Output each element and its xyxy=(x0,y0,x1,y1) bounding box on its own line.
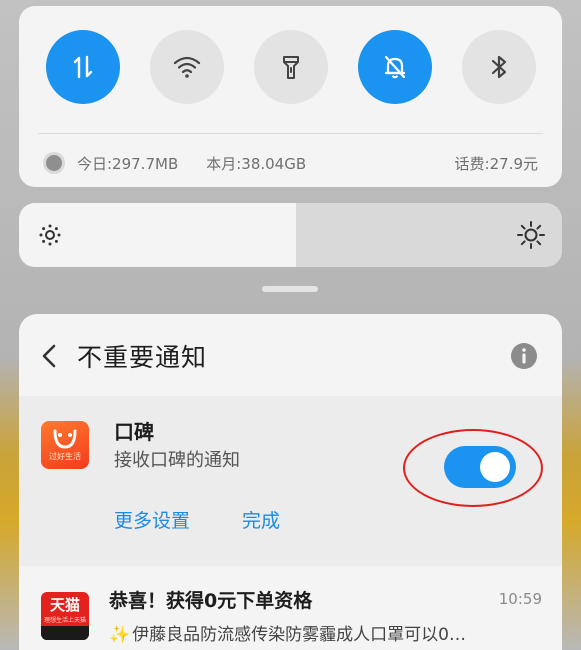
tmall-cat-face-icon xyxy=(41,626,89,640)
bluetooth-icon xyxy=(491,55,507,79)
flashlight-icon xyxy=(283,56,299,79)
notification-body: ✨ 伊藤良品防流感传染防雾霾成人口罩可以0… xyxy=(109,620,549,645)
done-link[interactable]: 完成 xyxy=(242,506,280,533)
app-notification-description: 接收口碑的通知 xyxy=(114,450,240,471)
notification-body-text: 伊藤良品防流感传染防雾霾成人口罩可以0… xyxy=(132,625,466,645)
tmall-app-icon: 天猫 理想生活上天猫 xyxy=(41,592,89,640)
tmall-icon-text: 天猫 xyxy=(49,596,80,614)
quick-toggle-row xyxy=(46,30,536,106)
brightness-high-icon xyxy=(517,221,545,249)
data-usage-today: 今日:297.7MB xyxy=(77,154,179,173)
phone-fee-balance: 话费:27.9元 xyxy=(454,154,538,173)
bluetooth-toggle[interactable] xyxy=(462,30,536,104)
annotation-ring xyxy=(403,429,543,507)
data-transfer-icon xyxy=(73,55,93,79)
app-name: 口碑 xyxy=(114,420,154,444)
notification-settings-header: 不重要通知 xyxy=(19,314,562,396)
quick-settings-panel: 今日:297.7MB 本月:38.04GB 话费:27.9元 xyxy=(19,6,562,187)
divider xyxy=(38,133,543,134)
mobile-data-toggle[interactable] xyxy=(46,30,120,104)
data-usage-row[interactable]: 今日:297.7MB 本月:38.04GB 话费:27.9元 xyxy=(43,149,538,177)
notification-item[interactable]: 天猫 理想生活上天猫 恭喜！获得0元下单资格 10:59 ✨ 伊藤良品防流感传染防… xyxy=(19,566,562,650)
koubei-app-icon: 过好生活 xyxy=(41,421,89,469)
koubei-icon-tag: 过好生活 xyxy=(49,451,81,461)
notification-category-title: 不重要通知 xyxy=(77,343,208,372)
bell-off-icon xyxy=(384,55,406,79)
brightness-slider[interactable] xyxy=(19,203,562,267)
data-usage-indicator-icon xyxy=(43,152,65,174)
back-arrow-icon[interactable] xyxy=(39,342,59,370)
tmall-icon-subtext: 理想生活上天猫 xyxy=(43,617,86,624)
app-notification-setting: 过好生活 口碑 接收口碑的通知 更多设置 完成 xyxy=(19,396,562,566)
notification-title: 恭喜！获得0元下单资格 xyxy=(109,590,313,612)
drag-handle[interactable] xyxy=(262,286,318,292)
notification-settings-panel: 不重要通知 过好生活 口碑 接收口碑的通知 更多设置 完成 天猫 理想生活上天猫 xyxy=(19,314,562,650)
wifi-toggle[interactable] xyxy=(150,30,224,104)
data-usage-month: 本月:38.04GB xyxy=(206,154,307,173)
silent-toggle[interactable] xyxy=(358,30,432,104)
more-settings-link[interactable]: 更多设置 xyxy=(114,506,190,533)
smile-face-icon xyxy=(53,429,77,449)
brightness-low-icon xyxy=(39,224,61,246)
sparkle-icon: ✨ xyxy=(109,625,131,645)
info-icon[interactable] xyxy=(510,342,538,370)
wifi-icon xyxy=(173,56,201,78)
notification-time: 10:59 xyxy=(498,590,542,608)
flashlight-toggle[interactable] xyxy=(254,30,328,104)
